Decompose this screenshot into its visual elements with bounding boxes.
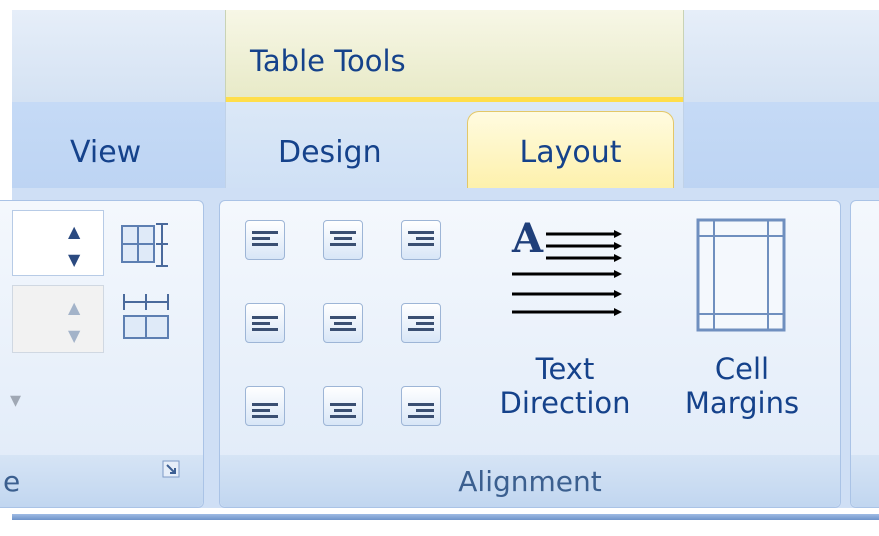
tab-layout-label: Layout [519,135,622,170]
alignment-group-footer: Alignment [220,455,840,507]
ribbon-bottom-border [12,514,879,520]
align-bottom-right-button[interactable] [401,386,441,426]
spin-down-disabled-icon: ▼ [68,326,81,345]
cell-margins-line1: Cell [714,352,770,386]
width-spinbox[interactable] [12,285,104,353]
svg-text:A: A [511,216,544,262]
text-direction-label: Text Direction [470,352,660,420]
alignment-group-label: Alignment [458,465,602,498]
cell-margins-label: Cell Margins [662,352,822,420]
cell-margins-line2: Margins [684,386,800,420]
disabled-arrow-icon: ▾ [10,388,22,413]
dialog-launcher-icon[interactable] [162,460,182,480]
next-group-partial [850,200,879,508]
distribute-rows-icon[interactable] [118,220,168,270]
distribute-columns-icon[interactable] [122,292,172,342]
align-center-right-button[interactable] [401,303,441,343]
align-top-right-button[interactable] [401,220,441,260]
align-bottom-left-button[interactable] [245,386,285,426]
spin-up-disabled-icon: ▲ [68,298,81,317]
cell-margins-button[interactable]: Cell Margins [662,210,822,450]
align-top-left-button[interactable] [245,220,285,260]
spin-down-icon[interactable]: ▼ [68,252,80,268]
context-group-title: Table Tools [250,44,406,78]
text-direction-line2: Direction [499,386,631,420]
height-spinbox[interactable] [12,210,104,276]
text-direction-button[interactable]: A Text Direction [470,210,660,450]
align-center-left-button[interactable] [245,303,285,343]
align-top-center-button[interactable] [323,220,363,260]
cell-margins-icon [696,218,786,332]
spin-up-icon[interactable]: ▲ [68,224,80,240]
next-group-footer [851,455,879,507]
align-center-center-button[interactable] [323,303,363,343]
tab-view[interactable]: View [70,135,141,170]
text-direction-icon: A [511,216,622,316]
tab-layout[interactable]: Layout [467,111,674,194]
tab-design[interactable]: Design [278,135,382,170]
align-bottom-center-button[interactable] [323,386,363,426]
text-direction-line1: Text [535,352,595,386]
group-label-fragment: e [3,465,21,498]
